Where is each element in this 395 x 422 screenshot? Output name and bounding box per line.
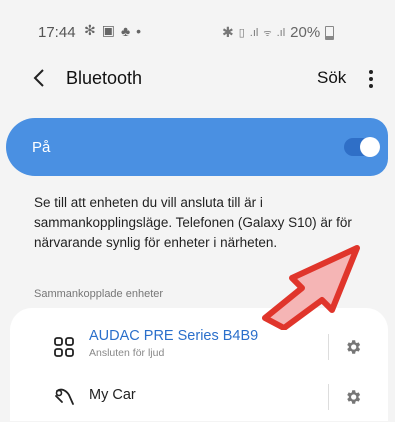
bluetooth-icon: ✱ [222, 24, 234, 40]
switch-knob [360, 137, 380, 157]
bluetooth-toggle-card[interactable] [6, 118, 388, 176]
row-divider [328, 334, 329, 360]
fan-icon: ✻ [84, 22, 96, 38]
red-arrow-icon [262, 245, 360, 330]
row-divider [328, 384, 329, 410]
back-icon[interactable] [31, 66, 49, 90]
gallery-icon: ▣ [101, 22, 115, 38]
vibrate-icon: ▯ [238, 27, 245, 39]
device-name: AUDAC PRE Series B4B9 [89, 328, 259, 344]
signal-icon: .ıl [249, 26, 259, 39]
section-header-paired: Sammankopplade enheter [34, 288, 164, 300]
page-title: Bluetooth [66, 68, 143, 88]
device-status: Ansluten för ljud [89, 347, 165, 359]
status-left-icons: ✻ ▣ ♣ • [84, 22, 141, 39]
more-options-icon[interactable] [368, 68, 374, 92]
bluetooth-switch[interactable] [344, 137, 380, 157]
device-row-my-car[interactable]: My Car [10, 372, 388, 422]
gear-icon[interactable] [344, 338, 362, 356]
dot-icon: • [136, 22, 142, 39]
search-button[interactable]: Sök [317, 68, 346, 88]
toggle-label: På [32, 139, 51, 156]
battery-icon [325, 25, 335, 40]
status-right: ✱ ▯ .ıl ᯤ .ıl 20% [222, 24, 335, 41]
person-icon: ♣ [120, 22, 131, 39]
signal-icon-2: .ıl [276, 26, 286, 39]
car-key-icon [55, 388, 74, 405]
status-time: 17:44 [38, 24, 76, 41]
gear-icon[interactable] [344, 388, 362, 406]
device-name: My Car [89, 387, 136, 403]
wifi-icon: ᯤ [263, 28, 272, 38]
device-text: My Car [89, 387, 136, 403]
device-text: AUDAC PRE Series B4B9 Ansluten för ljud [89, 328, 258, 359]
battery-percent: 20% [290, 24, 321, 41]
grid-device-icon [54, 337, 74, 357]
